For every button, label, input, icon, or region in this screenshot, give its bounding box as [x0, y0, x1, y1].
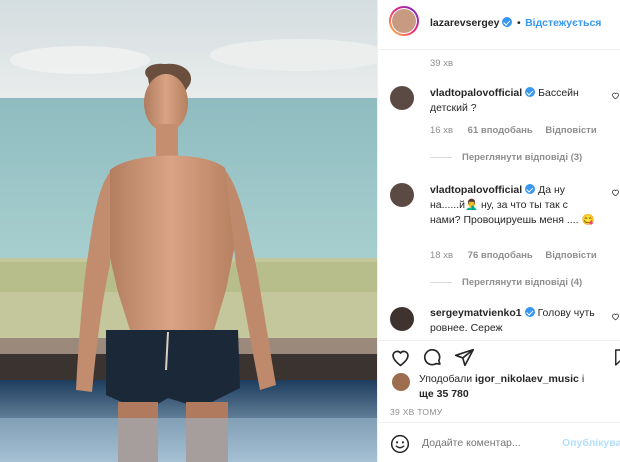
verified-icon [525, 87, 536, 97]
liker-avatar[interactable] [392, 373, 410, 391]
share-icon[interactable] [454, 347, 475, 368]
caption-time: 39 хв [430, 58, 454, 69]
comment-icon[interactable] [422, 347, 443, 368]
author-avatar[interactable] [389, 6, 419, 36]
bookmark-icon[interactable] [612, 347, 620, 368]
verified-icon [524, 307, 535, 317]
add-comment-bar: Опублікува [378, 422, 620, 462]
view-replies-button[interactable]: Переглянути відповіді (3) [430, 152, 582, 163]
action-bar [378, 340, 620, 367]
separator-dot: • [516, 17, 521, 29]
like-comment-heart-icon[interactable] [611, 312, 620, 321]
heart-icon[interactable] [390, 347, 411, 368]
view-replies-button[interactable]: Переглянути відповіді (4) [430, 277, 582, 288]
post-timestamp: 39 ХВ ТОМУ [390, 407, 443, 417]
likes-count[interactable]: ще 35 780 [419, 388, 469, 400]
reply-button[interactable]: Відповісти [545, 125, 596, 136]
commenter-avatar[interactable] [390, 307, 414, 331]
liked-by-text: Уподобали igor_nikolaev_music і ще 35 78… [419, 372, 609, 402]
verified-icon [525, 184, 536, 194]
liked-by-user[interactable]: igor_nikolaev_music [475, 373, 579, 385]
like-comment-heart-icon[interactable] [611, 188, 620, 197]
post-header: lazarevsergey • Відстежується [378, 0, 620, 50]
comment-time: 18 хв [430, 250, 454, 261]
emoji-icon: 😋 [581, 214, 595, 226]
divider-line [430, 281, 452, 283]
commenter-avatar[interactable] [390, 183, 414, 207]
comment-input[interactable] [422, 433, 552, 453]
commenter-username[interactable]: sergeymatvienko1 [430, 307, 522, 319]
post-image [0, 0, 377, 462]
comment-time: 16 хв [430, 125, 454, 136]
verified-icon [502, 17, 513, 27]
divider-line [430, 156, 452, 158]
commenter-username[interactable]: vladtopalovofficial [430, 184, 522, 196]
like-comment-heart-icon[interactable] [611, 91, 620, 100]
comment-likes[interactable]: 61 вподобань [468, 125, 533, 136]
liked-by-suffix: і [581, 373, 585, 385]
liked-by-prefix: Уподобали [419, 373, 473, 385]
commenter-avatar[interactable] [390, 86, 414, 110]
reply-button[interactable]: Відповісти [545, 250, 596, 261]
emoji-icon[interactable] [390, 434, 410, 454]
comment-likes[interactable]: 76 вподобань [468, 250, 533, 261]
post-photo[interactable] [0, 0, 377, 462]
author-username[interactable]: lazarevsergey [430, 17, 499, 29]
post-sidebar: lazarevsergey • Відстежується 39 хв vlad… [377, 0, 620, 462]
commenter-username[interactable]: vladtopalovofficial [430, 87, 522, 99]
publish-button[interactable]: Опублікува [562, 437, 620, 449]
follow-status-button[interactable]: Відстежується [525, 17, 601, 29]
